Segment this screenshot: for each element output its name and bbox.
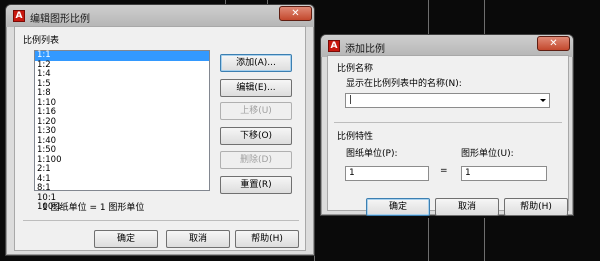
edit-scale-dialog: A 编辑图形比例 ✕ 比例列表 1:1 1:2 1:4 1:5 1:8 1:10 1:16 1… bbox=[5, 4, 315, 256]
reset-button[interactable]: 重置(R) bbox=[220, 176, 292, 194]
scale-list-item[interactable]: 1:30 bbox=[35, 126, 209, 137]
scale-list-item[interactable]: 4:1 bbox=[35, 174, 209, 185]
scale-list-item[interactable]: 2:1 bbox=[35, 164, 209, 175]
edit-ok-button[interactable]: 确定 bbox=[94, 230, 158, 248]
scale-list-item[interactable]: 1:10 bbox=[35, 98, 209, 109]
move-down-button[interactable]: 下移(O) bbox=[220, 127, 292, 145]
edit-scale-button[interactable]: 编辑(E)... bbox=[220, 79, 292, 97]
move-up-button[interactable]: 上移(U) bbox=[220, 102, 292, 120]
dropdown-arrow-icon[interactable] bbox=[540, 99, 546, 102]
scale-list[interactable]: 1:1 1:2 1:4 1:5 1:8 1:10 1:16 1:20 1:30 1:40 1:50 1… bbox=[34, 50, 210, 212]
autocad-app-icon: A bbox=[328, 40, 340, 52]
scale-list-item[interactable]: 1:5 bbox=[35, 79, 209, 90]
scale-list-item[interactable]: 1:20 bbox=[35, 117, 209, 128]
scale-list-item[interactable]: 1:2 bbox=[35, 60, 209, 71]
add-cancel-button[interactable]: 取消 bbox=[435, 198, 499, 216]
edit-help-button[interactable]: 帮助(H) bbox=[235, 230, 299, 248]
equals-sign: = bbox=[440, 166, 448, 176]
paper-units-label: 图纸单位(P): bbox=[346, 149, 398, 159]
add-dialog-close-button[interactable]: ✕ bbox=[537, 36, 570, 51]
edit-dialog-client: 比例列表 1:1 1:2 1:4 1:5 1:8 1:10 1:16 1:20 1:30 1:40… bbox=[14, 26, 306, 251]
add-dialog-titlebar[interactable]: A 添加比例 ✕ bbox=[321, 35, 573, 57]
edit-dialog-title: 编辑图形比例 bbox=[30, 14, 90, 25]
scale-list-item[interactable]: 1:40 bbox=[35, 136, 209, 147]
scale-name-combobox[interactable]: | bbox=[345, 93, 550, 108]
add-dialog-client: 比例名称 显示在比例列表中的名称(N): | 比例特性 图纸单位(P): 1 =… bbox=[327, 55, 569, 216]
add-scale-button[interactable]: 添加(A)... bbox=[220, 54, 292, 72]
bg-line bbox=[484, 218, 485, 261]
scale-list-item[interactable]: 1:16 bbox=[35, 107, 209, 118]
edit-dialog-titlebar[interactable]: A 编辑图形比例 ✕ bbox=[6, 5, 314, 27]
autocad-app-icon: A bbox=[13, 10, 25, 22]
scale-props-group-label: 比例特性 bbox=[337, 132, 374, 142]
scale-list-item[interactable]: 1:4 bbox=[35, 69, 209, 80]
unit-ratio-status: 1 图纸单位 = 1 图形单位 bbox=[42, 203, 145, 213]
scale-list-item[interactable]: 8:1 bbox=[35, 183, 209, 194]
bg-line bbox=[428, 218, 429, 261]
paper-units-field[interactable]: 1 bbox=[345, 166, 429, 181]
scale-list-item[interactable]: 1:8 bbox=[35, 88, 209, 99]
add-help-button[interactable]: 帮助(H) bbox=[504, 198, 568, 216]
drawing-units-field[interactable]: 1 bbox=[461, 166, 547, 181]
scale-name-group-label: 比例名称 bbox=[337, 64, 374, 74]
footer-separator bbox=[23, 220, 299, 221]
add-ok-button[interactable]: 确定 bbox=[366, 198, 430, 216]
scale-list-item[interactable]: 1:1 bbox=[35, 50, 209, 61]
bg-line bbox=[484, 0, 485, 37]
drawing-units-label: 图形单位(U): bbox=[461, 149, 514, 159]
add-dialog-title: 添加比例 bbox=[345, 44, 385, 55]
delete-scale-button[interactable]: 删除(D) bbox=[220, 151, 292, 169]
scale-name-prompt: 显示在比例列表中的名称(N): bbox=[346, 79, 462, 89]
scale-list-item[interactable]: 1:100 bbox=[35, 155, 209, 166]
group-separator bbox=[334, 122, 562, 123]
bg-line bbox=[428, 0, 429, 37]
edit-cancel-button[interactable]: 取消 bbox=[166, 230, 230, 248]
add-scale-dialog: A 添加比例 ✕ 比例名称 显示在比例列表中的名称(N): | 比例特性 图纸单… bbox=[320, 34, 574, 216]
text-cursor: | bbox=[349, 95, 353, 105]
edit-dialog-close-button[interactable]: ✕ bbox=[279, 6, 312, 21]
scale-list-group-label: 比例列表 bbox=[23, 36, 60, 46]
